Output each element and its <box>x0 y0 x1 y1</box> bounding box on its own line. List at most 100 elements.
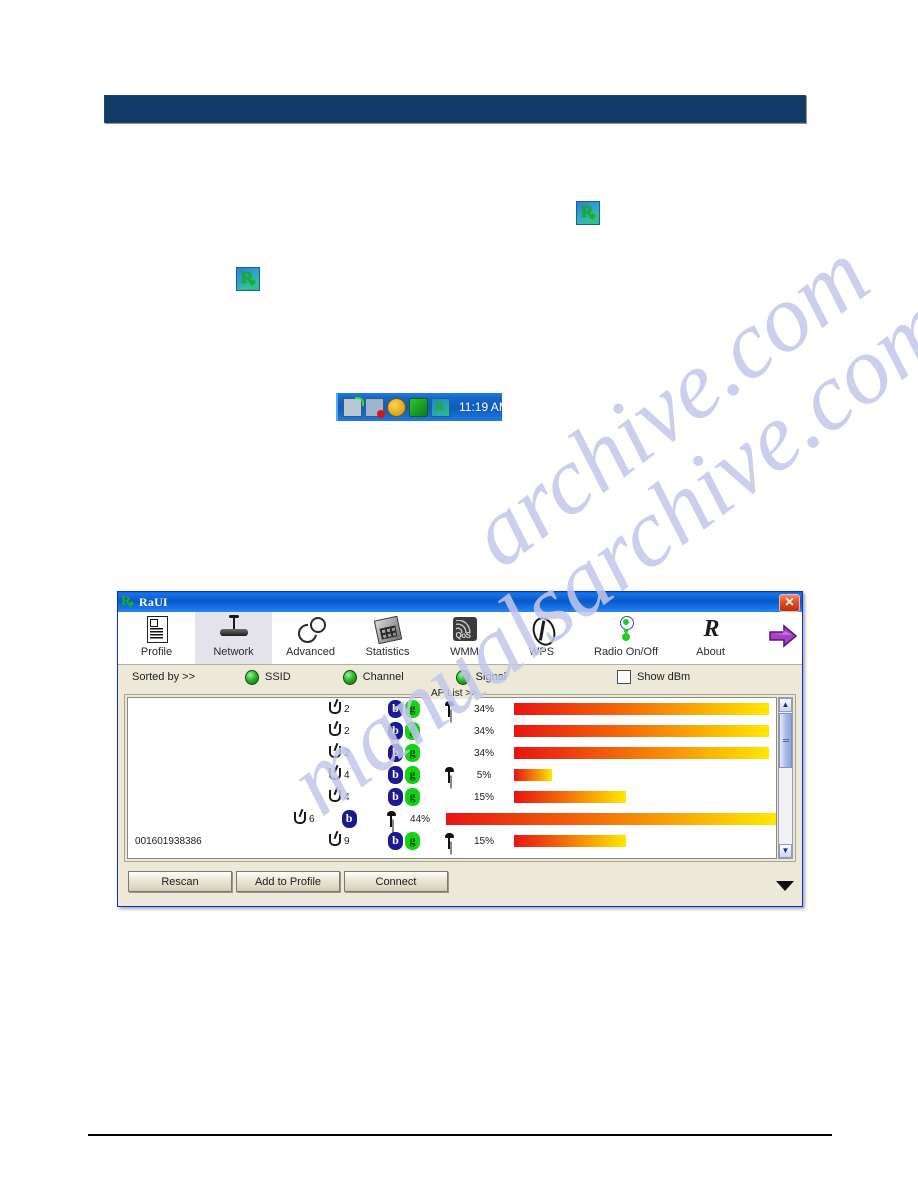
ap-channel: 9 <box>326 833 388 850</box>
tab-label: Advanced <box>286 646 335 658</box>
ap-security <box>436 701 462 717</box>
band-b-icon: b <box>388 788 403 806</box>
ap-signal-bar-cell <box>506 725 776 737</box>
document-icon <box>142 615 172 645</box>
band-g-icon: g <box>405 832 420 850</box>
tab-network[interactable]: Network <box>195 612 272 664</box>
window-titlebar: R RaUI ✕ <box>118 592 802 612</box>
band-g-icon: g <box>405 700 420 718</box>
key-icon <box>386 811 396 827</box>
band-g-icon: g <box>405 788 420 806</box>
sort-option-label: SSID <box>265 671 291 683</box>
table-row[interactable]: 2 b g 34% <box>128 720 776 742</box>
table-row[interactable]: 6 b 44% <box>128 808 776 830</box>
close-icon[interactable]: ✕ <box>779 594 800 612</box>
window-title: RaUI <box>139 594 168 609</box>
table-row[interactable]: 2 b g 34% <box>128 742 776 764</box>
radio-led-icon <box>245 669 259 685</box>
tab-label: Radio On/Off <box>594 646 658 658</box>
calculator-icon <box>373 615 403 645</box>
ap-signal-percent: 15% <box>473 835 494 847</box>
network-icon[interactable] <box>343 396 364 417</box>
ap-signal-bar <box>514 835 626 847</box>
ap-signal-bar <box>514 769 552 781</box>
ap-signal-percent: 34% <box>473 747 494 759</box>
sort-option-channel[interactable]: Channel <box>342 669 404 685</box>
ap-security <box>436 767 462 783</box>
tab-wps[interactable]: WPS <box>503 612 580 664</box>
ap-signal-bar <box>514 747 769 759</box>
key-icon <box>444 833 454 849</box>
ap-channel: 2 <box>326 723 388 740</box>
sort-option-ssid[interactable]: SSID <box>245 669 291 685</box>
shield-icon[interactable] <box>387 397 406 417</box>
ap-list-table[interactable]: 2 b g 34% 2 b g 34% 2 b g 34% 4 b g 5% 4 b g 15% 6 b 44% 001601… <box>127 697 777 859</box>
arrow-right-icon[interactable] <box>768 624 798 648</box>
connect-button[interactable]: Connect <box>344 871 448 892</box>
ap-channel-label: 2 <box>344 747 350 759</box>
add-to-profile-button[interactable]: Add to Profile <box>236 871 340 892</box>
toolbar: Profile Network Advanced Statistics WMM … <box>118 612 802 665</box>
ap-bands: bg <box>388 722 436 740</box>
table-row[interactable]: 001601938386 9 b g 15% <box>128 830 776 852</box>
raui-icon: R <box>236 267 260 291</box>
ap-list-legend: AP List >> <box>427 688 481 699</box>
raui-window: R RaUI ✕ Profile Network Advanced Statis… <box>117 591 803 907</box>
rescan-button[interactable]: Rescan <box>128 871 232 892</box>
key-icon <box>444 767 454 783</box>
table-row[interactable]: 4 b g 5% <box>128 764 776 786</box>
channel-icon <box>291 811 308 828</box>
channel-icon <box>326 723 343 740</box>
band-b-icon: b <box>341 810 357 828</box>
ap-signal-percent: 34% <box>473 725 494 737</box>
footer-divider <box>88 1134 832 1136</box>
band-b-icon: b <box>388 722 403 740</box>
band-b-icon: b <box>388 832 403 850</box>
raui-icon-letter: R <box>121 594 132 609</box>
ap-channel-label: 9 <box>344 835 350 847</box>
sort-option-signal[interactable]: Signal <box>455 669 506 685</box>
sort-bar: Sorted by >> SSID Channel Signal Show dB… <box>118 665 802 689</box>
radio-led-icon <box>455 669 470 685</box>
channel-icon <box>326 767 343 784</box>
sorted-by-label: Sorted by >> <box>132 671 195 683</box>
system-tray: 11:19 AM <box>336 393 509 421</box>
expand-down-icon[interactable] <box>776 881 794 891</box>
scrollbar-thumb[interactable] <box>779 713 792 768</box>
ap-signal-bar <box>446 813 776 825</box>
scroll-down-button[interactable]: ▼ <box>779 844 792 858</box>
tab-about[interactable]: R About <box>672 612 749 664</box>
raui-icon: R <box>121 594 135 609</box>
ap-list-group: AP List >> 2 b g 34% 2 b g 34% 2 b g 34% 4 b g 5% 4 b g 15%… <box>124 688 796 867</box>
band-g-icon: g <box>405 722 420 740</box>
security-icon[interactable] <box>409 397 428 417</box>
tab-advanced[interactable]: Advanced <box>272 612 349 664</box>
page-header-bar <box>104 95 806 123</box>
ap-signal-percent: 15% <box>473 791 494 803</box>
table-row[interactable]: 4 b g 15% <box>128 786 776 808</box>
ap-signal-bar-cell <box>506 835 776 847</box>
raui-tray-icon[interactable] <box>431 397 450 417</box>
band-b-icon: b <box>388 744 403 762</box>
show-dbm-checkbox[interactable]: Show dBm <box>617 670 690 684</box>
qos-icon <box>450 615 480 645</box>
network-disconnected-icon[interactable] <box>365 397 385 418</box>
radio-led-icon <box>342 669 357 685</box>
ap-signal-bar <box>514 703 769 715</box>
ap-bands: bg <box>388 700 436 718</box>
ap-bands: bg <box>388 788 436 806</box>
ap-signal-bar-cell <box>506 791 776 803</box>
scroll-up-button[interactable]: ▲ <box>779 698 792 712</box>
wps-icon <box>527 614 559 649</box>
tab-radio-on-off[interactable]: Radio On/Off <box>580 612 672 664</box>
table-row[interactable]: 2 b g 34% <box>128 698 776 720</box>
tab-statistics[interactable]: Statistics <box>349 612 426 664</box>
band-b-icon: b <box>388 700 403 718</box>
ap-signal-percent: 5% <box>476 769 492 781</box>
tab-label: About <box>696 646 725 658</box>
tab-profile[interactable]: Profile <box>118 612 195 664</box>
tab-wmm[interactable]: WMM <box>426 612 503 664</box>
channel-icon <box>326 833 343 850</box>
button-bar: Rescan Add to Profile Connect <box>128 871 802 893</box>
ap-list-scrollbar[interactable]: ▲ ▼ <box>778 697 793 859</box>
